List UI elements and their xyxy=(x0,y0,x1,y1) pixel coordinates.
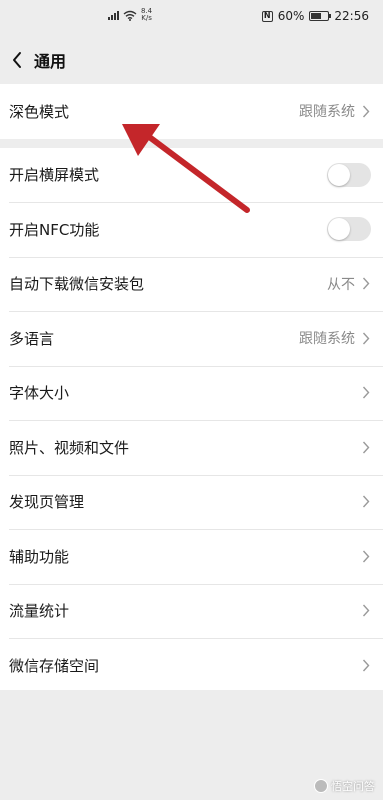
row-label: 流量统计 xyxy=(9,602,70,621)
row-value: 从不 xyxy=(327,276,355,293)
toggle-knob xyxy=(328,218,350,241)
nav-header: 通用 xyxy=(0,36,383,84)
row-label: 微信存储空间 xyxy=(9,656,100,675)
chevron-right-icon xyxy=(361,331,371,345)
watermark-logo-icon xyxy=(314,779,328,793)
chevron-right-icon xyxy=(361,104,371,118)
watermark: 悟空问答 xyxy=(314,778,375,794)
settings-group-general: 开启横屏模式 开启NFC功能 自动下载微信安装包 从不 多语言 跟随系统 字体大… xyxy=(0,147,383,693)
row-media-files[interactable]: 照片、视频和文件 xyxy=(0,420,383,475)
signal-icon xyxy=(108,10,119,20)
landscape-toggle[interactable] xyxy=(327,162,371,187)
row-label: 发现页管理 xyxy=(9,493,85,512)
row-value: 跟随系统 xyxy=(299,331,355,348)
row-language[interactable]: 多语言 跟随系统 xyxy=(0,311,383,366)
row-storage[interactable]: 微信存储空间 xyxy=(0,638,383,693)
row-auto-download[interactable]: 自动下载微信安装包 从不 xyxy=(0,256,383,312)
row-discover[interactable]: 发现页管理 xyxy=(0,474,383,530)
row-label: 照片、视频和文件 xyxy=(9,438,130,457)
clock: 22:56 xyxy=(334,9,369,23)
network-speed: 8.4 K/s xyxy=(141,8,152,22)
row-font-size[interactable]: 字体大小 xyxy=(0,365,383,421)
row-label: 多语言 xyxy=(9,329,55,348)
row-traffic[interactable]: 流量统计 xyxy=(0,583,383,639)
settings-group-display: 深色模式 跟随系统 xyxy=(0,84,383,139)
toggle-knob xyxy=(328,163,350,186)
watermark-text: 悟空问答 xyxy=(331,780,375,793)
status-indicators: 8.4 K/s xyxy=(108,8,152,22)
row-label: 辅助功能 xyxy=(9,547,70,566)
battery-icon xyxy=(309,11,332,21)
row-dark-mode[interactable]: 深色模式 跟随系统 xyxy=(0,84,383,139)
nfc-toggle[interactable] xyxy=(327,217,371,242)
row-label: 深色模式 xyxy=(9,102,70,121)
chevron-right-icon xyxy=(361,495,371,509)
chevron-right-icon xyxy=(361,658,371,672)
empty-area: 悟空问答 xyxy=(0,690,383,800)
battery-percent: 60% xyxy=(277,9,305,23)
battery-level xyxy=(311,13,321,19)
chevron-right-icon xyxy=(361,386,371,400)
back-button[interactable] xyxy=(2,36,32,84)
row-landscape-mode: 开启横屏模式 xyxy=(0,148,383,203)
chevron-right-icon xyxy=(361,604,371,618)
network-speed-unit: K/s xyxy=(141,14,152,22)
row-label: 自动下载微信安装包 xyxy=(9,275,145,294)
chevron-right-icon xyxy=(361,277,371,291)
row-value: 跟随系统 xyxy=(299,104,355,121)
chevron-right-icon xyxy=(361,440,371,454)
status-right: N 60% 22:56 xyxy=(261,9,369,23)
chevron-left-icon xyxy=(13,52,21,68)
wifi-icon xyxy=(123,10,137,21)
section-divider xyxy=(0,138,383,148)
row-label: 开启横屏模式 xyxy=(9,166,100,185)
row-label: 开启NFC功能 xyxy=(9,220,100,239)
status-bar: 8.4 K/s N 60% 22:56 xyxy=(0,0,383,36)
row-nfc: 开启NFC功能 xyxy=(0,202,383,257)
row-label: 字体大小 xyxy=(9,384,70,403)
page-title: 通用 xyxy=(34,52,67,71)
chevron-right-icon xyxy=(361,549,371,563)
row-accessibility[interactable]: 辅助功能 xyxy=(0,529,383,584)
nfc-icon: N xyxy=(261,10,273,22)
